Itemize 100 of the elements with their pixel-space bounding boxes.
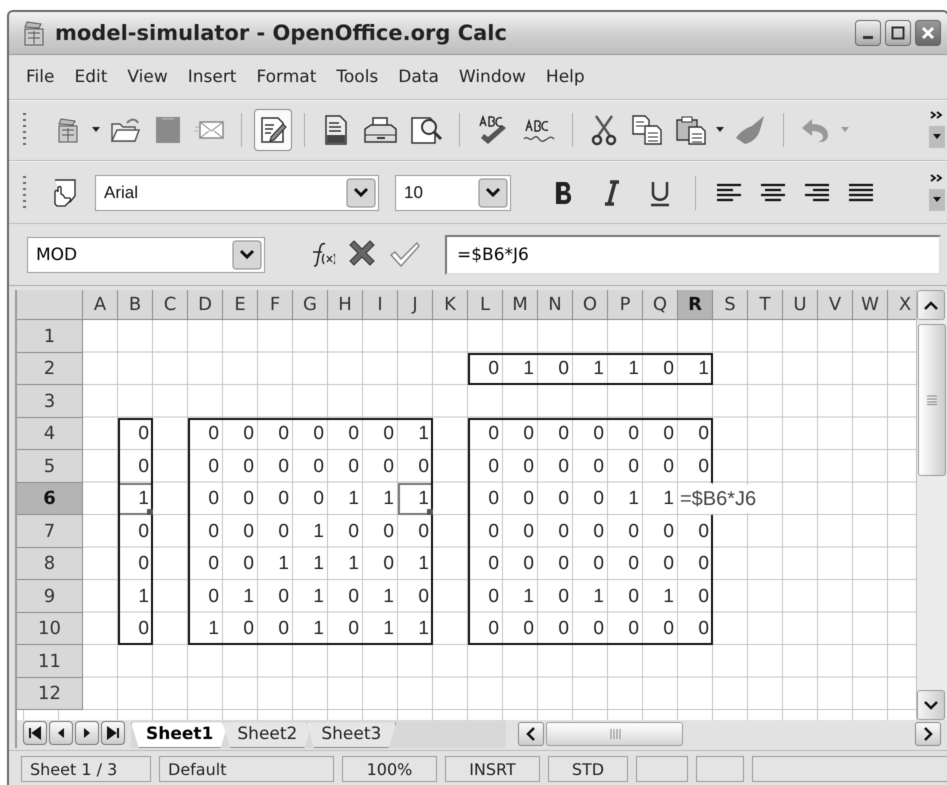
- table-cell: 0: [188, 548, 223, 580]
- column-header[interactable]: R: [678, 290, 713, 320]
- menu-item[interactable]: Help: [538, 65, 593, 90]
- menu-item[interactable]: View: [119, 65, 176, 90]
- table-cell: 0: [678, 548, 713, 580]
- table-cell: 1: [293, 580, 328, 613]
- table-cell: 0: [573, 612, 608, 646]
- row-header[interactable]: 8: [17, 548, 83, 580]
- row-header[interactable]: 2: [17, 352, 83, 386]
- dropdown-icon[interactable]: [232, 240, 262, 270]
- column-header[interactable]: M: [503, 290, 538, 320]
- first-sheet-icon: [28, 726, 42, 740]
- column-header[interactable]: K: [433, 290, 468, 320]
- edit-file-button[interactable]: [254, 109, 292, 152]
- grip-icon: [608, 729, 620, 740]
- menu-item[interactable]: Window: [450, 65, 534, 90]
- column-header[interactable]: H: [328, 290, 363, 320]
- formula-input[interactable]: =$B6*J6: [445, 234, 941, 275]
- column-header[interactable]: C: [153, 290, 188, 320]
- table-cell: 0: [258, 515, 293, 548]
- name-box[interactable]: MOD: [27, 236, 265, 273]
- row-header[interactable]: 7: [17, 515, 83, 548]
- column-header[interactable]: D: [188, 290, 223, 320]
- row-header[interactable]: 3: [17, 385, 83, 418]
- column-header[interactable]: J: [398, 290, 433, 320]
- last-sheet-icon: [106, 726, 120, 740]
- previous-sheet-button[interactable]: [49, 721, 73, 746]
- scroll-right-button[interactable]: [915, 722, 941, 746]
- dropdown-icon[interactable]: [346, 178, 376, 208]
- column-header[interactable]: E: [223, 290, 258, 320]
- grip-icon: [927, 395, 937, 406]
- row-header[interactable]: 6: [17, 482, 83, 516]
- table-cell: 0: [608, 548, 643, 580]
- table-cell: 1: [258, 548, 293, 580]
- table-cell: 0: [643, 418, 678, 450]
- scrollbar-thumb[interactable]: [546, 722, 683, 746]
- status-field: Sheet 1 / 3: [21, 756, 151, 782]
- envelope-icon: [195, 119, 225, 142]
- column-header[interactable]: O: [573, 290, 608, 320]
- menu-item[interactable]: Tools: [328, 65, 386, 90]
- row-header[interactable]: 9: [17, 580, 83, 613]
- status-field: [696, 756, 744, 782]
- caret-icon[interactable]: [715, 126, 725, 134]
- row-header[interactable]: 11: [17, 645, 83, 678]
- row-header[interactable]: 4: [17, 418, 83, 450]
- last-sheet-button[interactable]: [101, 721, 125, 746]
- cell-editor[interactable]: =$B6*J6: [678, 485, 758, 514]
- close-button[interactable]: [915, 20, 941, 46]
- row-header[interactable]: 1: [17, 320, 83, 353]
- pdf-export-icon: [323, 114, 349, 146]
- column-header[interactable]: B: [118, 290, 153, 320]
- minimize-button[interactable]: [855, 20, 881, 46]
- column-header[interactable]: A: [83, 290, 118, 320]
- table-cell: 0: [328, 418, 363, 450]
- align-left-icon: [716, 182, 742, 204]
- column-header[interactable]: W: [853, 290, 888, 320]
- font-size-field[interactable]: 10: [395, 174, 511, 211]
- table-cell: 0: [503, 612, 538, 646]
- table-cell: 0: [258, 418, 293, 450]
- column-header[interactable]: I: [363, 290, 398, 320]
- scroll-left-button[interactable]: [518, 722, 544, 746]
- menu-item[interactable]: Insert: [180, 65, 244, 90]
- font-name-field[interactable]: Arial: [95, 174, 379, 211]
- column-header[interactable]: Q: [643, 290, 678, 320]
- column-header[interactable]: S: [713, 290, 748, 320]
- row-header[interactable]: 10: [17, 612, 83, 646]
- menu-item[interactable]: Edit: [66, 65, 116, 90]
- first-sheet-button[interactable]: [23, 721, 47, 746]
- maximize-button[interactable]: [885, 20, 911, 46]
- next-sheet-button[interactable]: [75, 721, 99, 746]
- column-header[interactable]: L: [468, 290, 503, 320]
- table-cell: 0: [223, 515, 258, 548]
- maximize-icon: [891, 26, 905, 40]
- menu-item[interactable]: Data: [390, 65, 447, 90]
- caret-icon[interactable]: [91, 126, 101, 134]
- menu-item[interactable]: File: [18, 65, 62, 90]
- column-header[interactable]: P: [608, 290, 643, 320]
- column-header[interactable]: T: [748, 290, 783, 320]
- row-header[interactable]: 12: [17, 678, 83, 710]
- table-cell: 0: [468, 515, 503, 548]
- close-icon: [921, 26, 935, 40]
- table-cell: 0: [118, 548, 153, 580]
- paste-icon: [675, 114, 707, 146]
- scroll-up-button[interactable]: [917, 290, 945, 320]
- scroll-down-button[interactable]: [917, 690, 945, 720]
- table-cell: 0: [363, 418, 398, 450]
- accept-button[interactable]: [389, 240, 421, 269]
- column-header[interactable]: N: [538, 290, 573, 320]
- column-header[interactable]: G: [293, 290, 328, 320]
- table-cell: 1: [398, 612, 433, 646]
- scrollbar-thumb[interactable]: [918, 324, 946, 476]
- row-header[interactable]: 5: [17, 450, 83, 483]
- dropdown-icon[interactable]: [478, 178, 508, 208]
- column-header[interactable]: X: [888, 290, 916, 320]
- column-header[interactable]: V: [818, 290, 853, 320]
- menu-item[interactable]: Format: [248, 65, 324, 90]
- sheet-tab[interactable]: Sheet3: [306, 722, 396, 748]
- column-header[interactable]: U: [783, 290, 818, 320]
- column-header[interactable]: F: [258, 290, 293, 320]
- table-cell: 0: [468, 482, 503, 516]
